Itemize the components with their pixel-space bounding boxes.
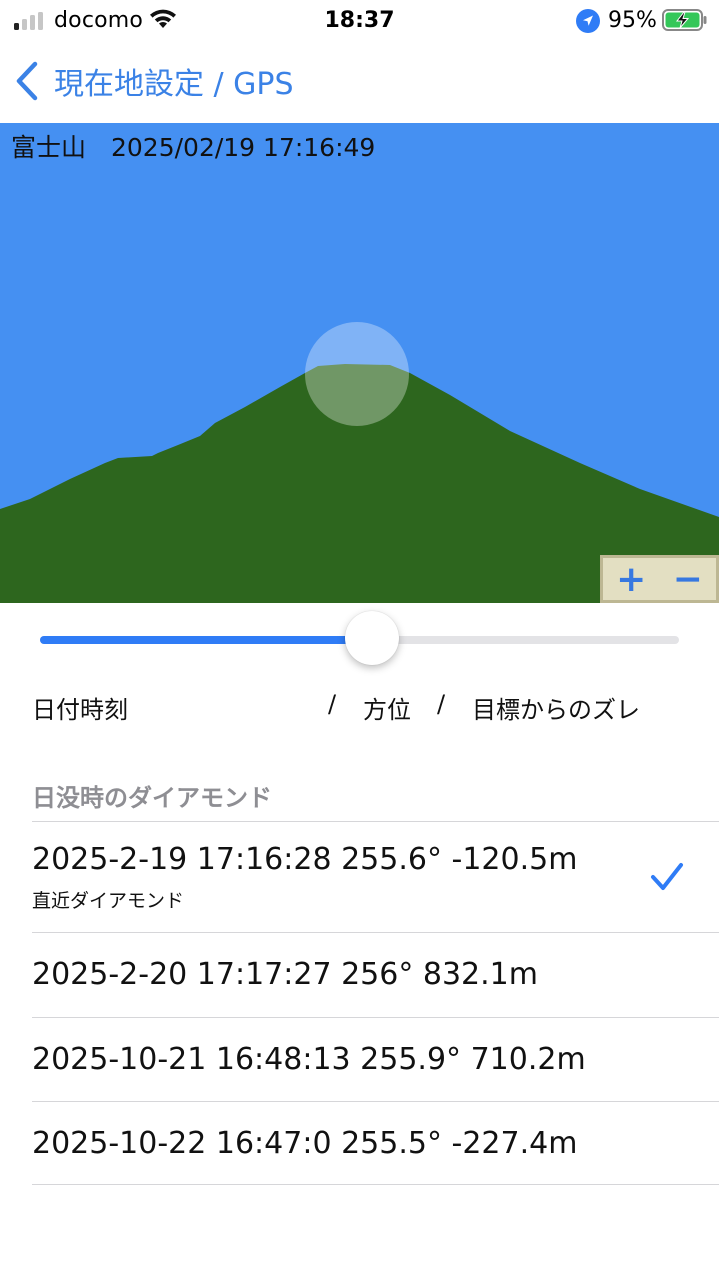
battery-charging-icon bbox=[662, 9, 707, 31]
slider-thumb[interactable] bbox=[345, 611, 400, 665]
back-button[interactable]: 現在地設定 / GPS bbox=[14, 58, 294, 104]
slider-fill bbox=[40, 636, 373, 644]
diamond-list: 2025-2-19 17:16:28 255.6° -120.5m 直近ダイアモ… bbox=[0, 821, 719, 1185]
row-text: 2025-2-20 17:17:27 256° 832.1m bbox=[32, 957, 538, 992]
row-text: 2025-10-22 16:47:0 255.5° -227.4m bbox=[32, 1126, 578, 1161]
column-separator: / bbox=[437, 690, 446, 718]
column-separator: / bbox=[328, 690, 337, 718]
checkmark-icon bbox=[651, 863, 683, 890]
status-bar: docomo 18:37 95% bbox=[0, 0, 719, 44]
mountain-view[interactable]: 富士山 2025/02/19 17:16:49 + − bbox=[0, 123, 719, 603]
zoom-out-button[interactable]: − bbox=[660, 558, 717, 600]
chevron-left-icon bbox=[16, 61, 38, 101]
list-item[interactable]: 2025-2-19 17:16:28 255.6° -120.5m 直近ダイアモ… bbox=[32, 821, 719, 932]
column-deviation: 目標からのズレ bbox=[472, 696, 640, 724]
row-text: 2025-10-21 16:48:13 255.9° 710.2m bbox=[32, 1042, 586, 1077]
battery-percent: 95% bbox=[608, 8, 657, 33]
row-subtitle: 直近ダイアモンド bbox=[32, 890, 185, 912]
time-slider[interactable] bbox=[40, 611, 679, 665]
list-item[interactable]: 2025-10-22 16:47:0 255.5° -227.4m bbox=[32, 1101, 719, 1185]
row-text: 2025-2-19 17:16:28 255.6° -120.5m bbox=[32, 842, 578, 877]
navigation-bar: 現在地設定 / GPS bbox=[0, 44, 719, 123]
column-datetime: 日付時刻 bbox=[32, 696, 128, 724]
sun-marker bbox=[305, 322, 409, 426]
section-title: 日没時のダイアモンド bbox=[32, 784, 272, 812]
zoom-control: + − bbox=[600, 555, 719, 603]
column-header: 日付時刻 / 方位 / 目標からのズレ bbox=[0, 690, 719, 726]
list-item[interactable]: 2025-2-20 17:17:27 256° 832.1m bbox=[32, 932, 719, 1017]
column-azimuth: 方位 bbox=[363, 696, 411, 724]
list-item[interactable]: 2025-10-21 16:48:13 255.9° 710.2m bbox=[32, 1017, 719, 1101]
zoom-in-button[interactable]: + bbox=[603, 558, 660, 600]
page-title: 現在地設定 / GPS bbox=[54, 67, 294, 102]
viewer-caption: 富士山 2025/02/19 17:16:49 bbox=[11, 133, 376, 162]
location-arrow-icon bbox=[576, 9, 600, 33]
